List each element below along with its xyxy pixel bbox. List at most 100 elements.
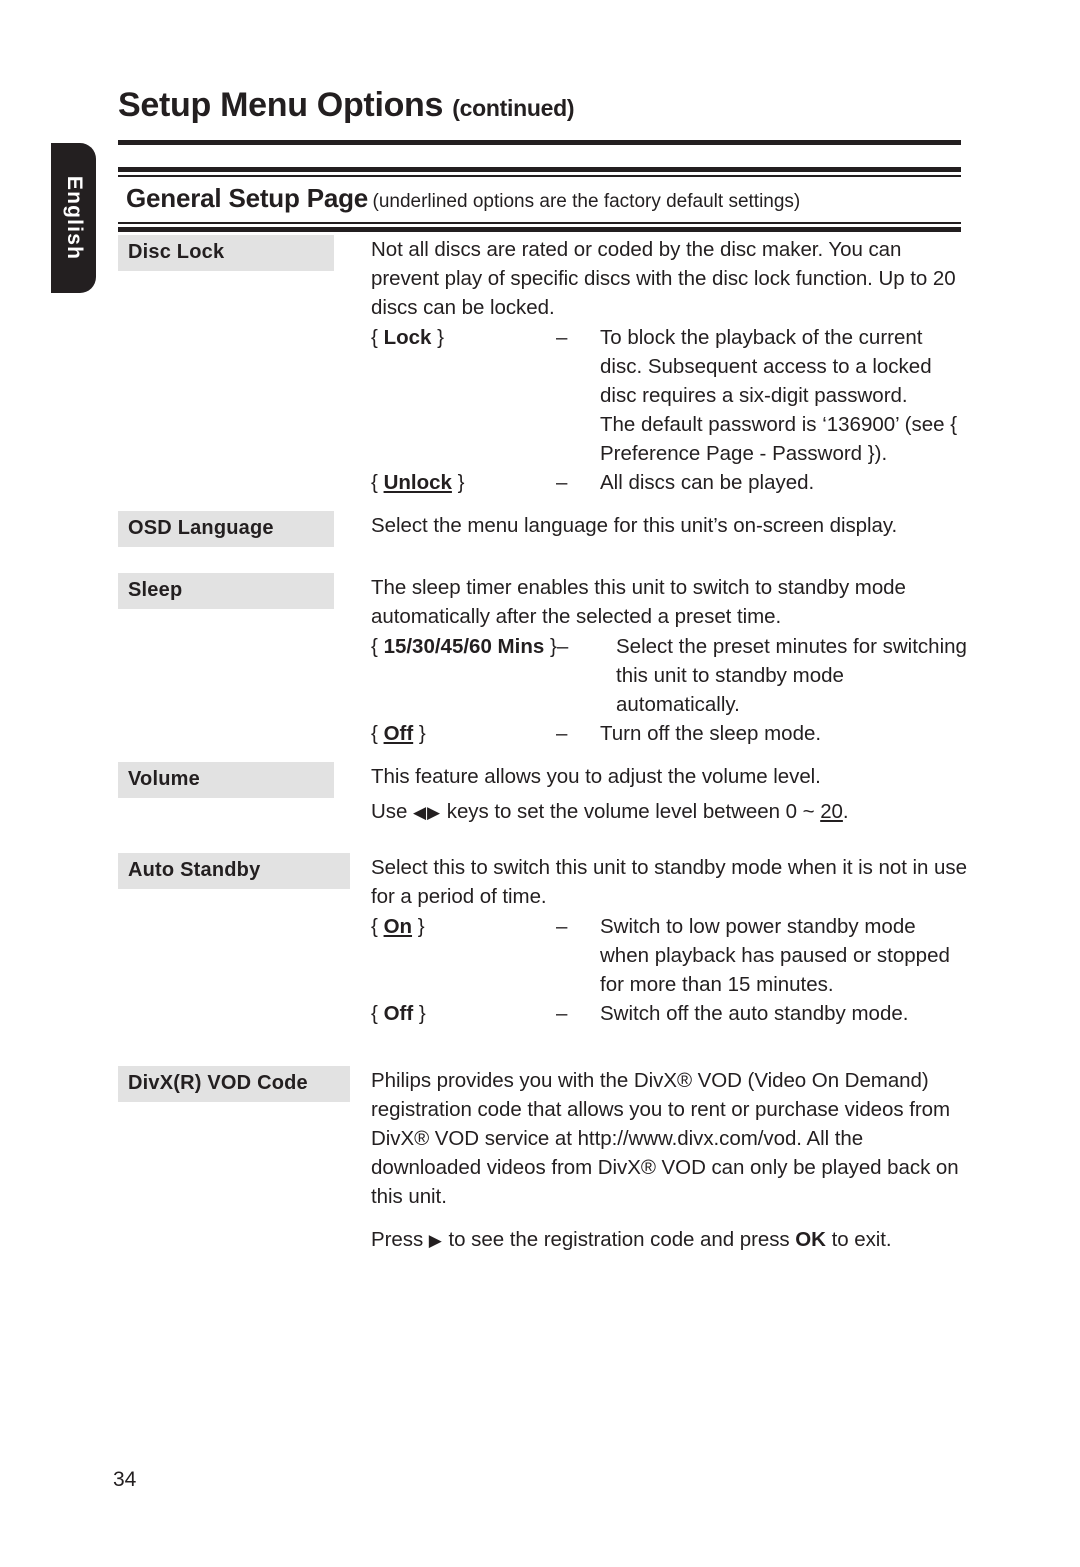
setting-description: The sleep timer enables this unit to swi… — [371, 576, 906, 628]
divx-text-pre: Press — [371, 1228, 429, 1251]
row-spacer — [118, 748, 968, 762]
setting-body-cell: This feature allows you to adjust the vo… — [334, 762, 968, 827]
option-row-off: { Off } – Turn off the sleep mode. — [371, 719, 968, 748]
volume-text-pre: Use — [371, 800, 413, 823]
setting-label-divx-vod-code: DivX(R) VOD Code — [118, 1066, 350, 1102]
setting-body-cell: Philips provides you with the DivX® VOD … — [334, 1066, 968, 1255]
option-list: { Lock } – To block the playback of the … — [371, 323, 968, 497]
option-dash: – — [556, 915, 568, 938]
setting-label-osd-language: OSD Language — [118, 511, 334, 547]
option-brace-close: } — [418, 1002, 426, 1025]
volume-text-mid: keys to set the volume level between 0 ~ — [441, 800, 821, 823]
option-name-on: { On } — [371, 912, 556, 941]
setting-label-cell: Disc Lock — [118, 235, 334, 271]
option-brace-close: } — [437, 326, 444, 349]
setting-label-sleep: Sleep — [118, 573, 334, 609]
option-dash: – — [556, 326, 568, 349]
section-band-title-sub: (underlined options are the factory defa… — [372, 191, 801, 212]
option-value-unlock: Unlock — [383, 471, 452, 494]
option-value-on: On — [383, 915, 413, 938]
left-right-arrow-icon: ◀▶ — [412, 803, 442, 822]
option-row-off: { Off } – Switch off the auto standby mo… — [371, 999, 968, 1028]
page-title-continued: (continued) — [452, 95, 575, 121]
divx-text-post: to exit. — [825, 1228, 892, 1251]
row-spacer — [118, 1028, 968, 1066]
option-name-off: { Off } — [371, 999, 556, 1028]
setting-entry-volume: Volume This feature allows you to adjust… — [118, 762, 968, 827]
text-spacer — [371, 1211, 968, 1225]
right-arrow-icon: ▶ — [428, 1231, 443, 1250]
option-brace-open: { — [371, 326, 378, 349]
setting-body-cell: The sleep timer enables this unit to swi… — [334, 573, 968, 748]
option-description: All discs can be played. — [600, 471, 815, 494]
option-list: { On } – Switch to low power standby mod… — [371, 912, 968, 1028]
setting-label-cell: OSD Language — [118, 511, 334, 547]
option-value-off: Off — [383, 1002, 414, 1025]
setting-label-cell: Sleep — [118, 573, 334, 609]
setting-description: Not all discs are rated or coded by the … — [371, 238, 956, 319]
option-dash: – — [556, 1002, 568, 1025]
option-description: Turn off the sleep mode. — [600, 722, 822, 745]
option-description: To block the playback of the current dis… — [600, 323, 968, 468]
setting-entry-osd-language: OSD Language Select the menu language fo… — [118, 511, 968, 547]
option-dash: – — [556, 722, 568, 745]
option-name-lock: { Lock } — [371, 323, 556, 352]
language-side-tab-label: English — [62, 175, 86, 261]
setting-description: Select this to switch this unit to stand… — [371, 856, 967, 908]
title-divider — [118, 140, 961, 145]
setting-body-cell: Not all discs are rated or coded by the … — [334, 235, 968, 497]
option-dash: – — [556, 471, 568, 494]
setting-entry-disc-lock: Disc Lock Not all discs are rated or cod… — [118, 235, 968, 497]
band-bottom-rule-thick — [118, 227, 961, 232]
option-row-on: { On } – Switch to low power standby mod… — [371, 912, 968, 999]
option-brace-close: } — [457, 471, 465, 494]
section-band: General Setup Page (underlined options a… — [118, 167, 961, 232]
option-name-off: { Off } — [371, 719, 556, 748]
option-brace-close: } — [417, 915, 425, 938]
setting-description: This feature allows you to adjust the vo… — [371, 765, 821, 788]
divider-rule-thick — [118, 140, 961, 145]
section-band-title: General Setup Page (underlined options a… — [118, 177, 961, 222]
page-title: Setup Menu Options (continued) — [118, 86, 961, 124]
option-row-preset-minutes: { 15/30/45/60 Mins }– Select the preset … — [371, 632, 968, 719]
setting-entry-sleep: Sleep The sleep timer enables this unit … — [118, 573, 968, 748]
setting-description: Philips provides you with the DivX® VOD … — [371, 1069, 959, 1208]
option-description-part1: To block the playback of the current dis… — [600, 326, 932, 407]
setting-label-auto-standby: Auto Standby — [118, 853, 350, 889]
divx-text-mid: to see the registration code and press — [442, 1228, 796, 1251]
option-brace-open: { — [371, 471, 378, 494]
option-brace-close: } — [549, 635, 557, 658]
option-description: Switch to low power standby mode when pl… — [600, 915, 950, 996]
setting-description-registration: Press ▶ to see the registration code and… — [371, 1225, 968, 1255]
setting-entry-divx-vod-code: DivX(R) VOD Code Philips provides you wi… — [118, 1066, 968, 1255]
option-brace-open: { — [371, 1002, 378, 1025]
option-brace-open: { — [371, 635, 378, 658]
option-value-preset-minutes: 15/30/45/60 Mins — [383, 635, 545, 658]
setting-label-cell: Auto Standby — [118, 853, 350, 889]
option-name-preset-minutes: { 15/30/45/60 Mins }– — [371, 632, 596, 661]
option-brace-open: { — [371, 722, 378, 745]
option-description: Switch off the auto standby mode. — [600, 1002, 909, 1025]
setting-entry-auto-standby: Auto Standby Select this to switch this … — [118, 853, 968, 1028]
setting-label-volume: Volume — [118, 762, 334, 798]
setting-body-cell: Select the menu language for this unit’s… — [334, 511, 968, 540]
setting-label-disc-lock: Disc Lock — [118, 235, 334, 271]
row-spacer — [118, 497, 968, 511]
setting-description: Select the menu language for this unit’s… — [371, 514, 898, 537]
option-dash: – — [556, 635, 569, 658]
option-name-unlock: { Unlock } — [371, 468, 556, 497]
option-row-lock: { Lock } – To block the playback of the … — [371, 323, 968, 468]
section-band-title-main: General Setup Page — [126, 183, 369, 213]
page-title-main: Setup Menu Options — [118, 86, 444, 124]
option-brace-open: { — [371, 915, 378, 938]
option-value-off: Off — [383, 722, 414, 745]
setting-description-volume-keys: Use ◀▶ keys to set the volume level betw… — [371, 797, 968, 827]
settings-list: Disc Lock Not all discs are rated or cod… — [118, 235, 968, 1255]
option-value-lock: Lock — [383, 326, 432, 349]
setting-label-cell: Volume — [118, 762, 334, 798]
option-description: Select the preset minutes for switching … — [616, 635, 967, 716]
language-side-tab: English — [51, 143, 96, 293]
row-spacer — [118, 827, 968, 853]
page-number: 34 — [113, 1468, 137, 1491]
volume-max-value: 20 — [820, 800, 843, 823]
